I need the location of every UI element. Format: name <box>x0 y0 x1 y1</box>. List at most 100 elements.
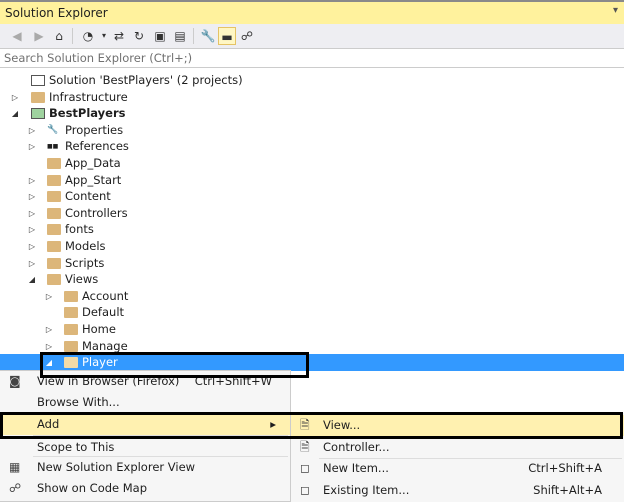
menu-item-label: Show on Code Map <box>37 481 148 495</box>
tree-item[interactable]: ◢ Player <box>0 354 624 372</box>
tree-item[interactable]: ◢ Views <box>0 271 624 288</box>
tree-item-label: Solution 'BestPlayers' (2 projects) <box>49 73 243 87</box>
collapsed-arrow-icon[interactable]: ▷ <box>27 188 37 205</box>
collapsed-arrow-icon[interactable]: ▷ <box>27 205 37 222</box>
tree-item[interactable]: App_Data <box>0 155 624 172</box>
code-map-icon[interactable]: ☍ <box>238 27 256 45</box>
tree-item[interactable]: ▷ Models <box>0 238 624 255</box>
tree-item[interactable]: ▷ App_Start <box>0 172 624 189</box>
tree-item[interactable]: ▷ Controllers <box>0 205 624 222</box>
context-menu-item[interactable]: ▦ New Solution Explorer View <box>0 457 290 478</box>
expanded-arrow-icon[interactable]: ◢ <box>44 354 54 371</box>
tree-item[interactable]: ▷ fonts <box>0 221 624 238</box>
folder-icon <box>64 290 78 302</box>
menu-separator <box>33 456 288 457</box>
new-item-icon: ◻ <box>300 461 310 475</box>
references-icon: ■■ <box>47 143 59 151</box>
tree-item[interactable]: ▷ Home <box>0 321 624 338</box>
menu-item-label: Browse With... <box>37 395 120 409</box>
folder-icon <box>47 224 61 236</box>
folder-icon <box>64 307 78 319</box>
context-menu-item[interactable]: Add ▸ <box>0 414 290 435</box>
menu-separator <box>33 435 288 436</box>
context-menu-item[interactable]: Browse With... <box>0 392 290 413</box>
wrench-icon: 🔧 <box>47 124 59 135</box>
add-submenu: 🗎 View... 🗎 Controller... ◻ New Item... Ctrl+S… <box>290 413 624 502</box>
refresh-icon[interactable]: ↻ <box>130 27 148 45</box>
collapsed-arrow-icon[interactable]: ▷ <box>27 122 37 139</box>
browser-icon: ◙ <box>9 374 21 388</box>
tree-item[interactable]: ◢ BestPlayers <box>0 105 624 122</box>
expanded-arrow-icon[interactable]: ◢ <box>10 105 20 122</box>
submenu-item[interactable]: 🗎 Controller... <box>291 437 624 458</box>
collapse-all-icon[interactable]: ▣ <box>151 27 169 45</box>
tree-item[interactable]: ▷ Account <box>0 288 624 305</box>
collapsed-arrow-icon[interactable]: ▷ <box>44 338 54 355</box>
title-bar: Solution Explorer ▾ <box>0 0 624 24</box>
back-icon[interactable]: ◀ <box>8 27 26 45</box>
tree-item-label: References <box>65 139 129 154</box>
home-icon[interactable]: ⌂ <box>50 27 68 45</box>
tree-item[interactable]: ▷ Infrastructure <box>0 89 624 106</box>
folder-icon <box>47 274 61 286</box>
menu-item-label: Existing Item... <box>323 482 410 497</box>
submenu-item[interactable]: 🗎 View... <box>291 415 624 436</box>
menu-item-shortcut: Ctrl+Shift+W <box>194 374 272 388</box>
tree-item-label: Player <box>82 355 118 370</box>
menu-item-label: View in Browser (Firefox) <box>37 374 180 388</box>
collapsed-arrow-icon[interactable]: ▷ <box>27 138 37 155</box>
menu-item-label: New Item... <box>323 461 389 475</box>
tree-item[interactable]: Default <box>0 304 624 321</box>
folder-icon <box>47 174 61 186</box>
submenu-item[interactable]: ◻ Existing Item... Shift+Alt+A <box>291 480 624 501</box>
tree-item[interactable]: Solution 'BestPlayers' (2 projects) <box>0 72 624 89</box>
tree-item-label: App_Data <box>65 156 121 170</box>
context-menu-item[interactable]: ☍ Show on Code Map <box>0 478 290 499</box>
solution-icon <box>31 75 45 86</box>
tree-item[interactable]: ▷ 🔧 Properties <box>0 122 624 139</box>
folder-icon <box>47 257 61 269</box>
collapsed-arrow-icon[interactable]: ▷ <box>27 255 37 272</box>
tree-item[interactable]: ▷ Manage <box>0 338 624 355</box>
forward-icon[interactable]: ▶ <box>30 27 48 45</box>
collapsed-arrow-icon[interactable]: ▷ <box>44 321 54 338</box>
tree-item[interactable]: ▷ Content <box>0 188 624 205</box>
folder-icon <box>64 324 78 335</box>
search-input[interactable]: Search Solution Explorer (Ctrl+;) <box>0 48 624 68</box>
tree-item[interactable]: ▷ Scripts <box>0 255 624 272</box>
context-menu-item[interactable]: ◙ View in Browser (Firefox) Ctrl+Shift+W <box>0 371 290 392</box>
collapsed-arrow-icon[interactable]: ▷ <box>10 89 20 106</box>
code-map-icon: ☍ <box>9 481 22 495</box>
tree-item[interactable]: ▷ ■■ References <box>0 138 624 155</box>
menu-separator <box>33 413 288 414</box>
tree-item-label: Content <box>65 189 111 204</box>
expanded-arrow-icon[interactable]: ◢ <box>27 271 37 288</box>
tree-item-label: BestPlayers <box>49 106 126 121</box>
show-all-files-icon[interactable]: ▤ <box>171 27 189 45</box>
folder-icon <box>47 207 61 219</box>
sync-icon[interactable]: ⇄ <box>110 27 128 45</box>
collapsed-arrow-icon[interactable]: ▷ <box>27 238 37 255</box>
collapsed-arrow-icon[interactable]: ▷ <box>27 172 37 189</box>
tree-item-label: Default <box>82 305 125 320</box>
collapsed-arrow-icon[interactable]: ▷ <box>44 288 54 305</box>
properties-icon[interactable]: 🔧 <box>199 27 217 45</box>
menu-item-label: Add <box>37 417 60 431</box>
folder-icon <box>47 241 61 252</box>
dropdown-icon[interactable]: ▾ <box>613 5 618 16</box>
tree-item-label: Scripts <box>65 255 105 270</box>
new-view-icon: ▦ <box>9 460 21 474</box>
preview-icon[interactable]: ▬ <box>218 27 236 45</box>
controller-file-icon: 🗎 <box>300 439 310 454</box>
submenu-item[interactable]: ◻ New Item... Ctrl+Shift+A <box>291 458 624 479</box>
tree-item-label: Properties <box>65 122 124 137</box>
menu-item-label: Controller... <box>323 439 390 454</box>
tree-item-label: Account <box>82 288 129 303</box>
folder-icon <box>47 191 61 203</box>
submenu-arrow-icon: ▸ <box>270 417 276 431</box>
folder-icon <box>31 91 45 103</box>
collapsed-arrow-icon[interactable]: ▷ <box>27 221 37 238</box>
tree-item-label: Controllers <box>65 205 128 220</box>
menu-item-shortcut: Ctrl+Shift+A <box>528 461 602 475</box>
context-menu-item[interactable]: Scope to This <box>0 437 290 458</box>
